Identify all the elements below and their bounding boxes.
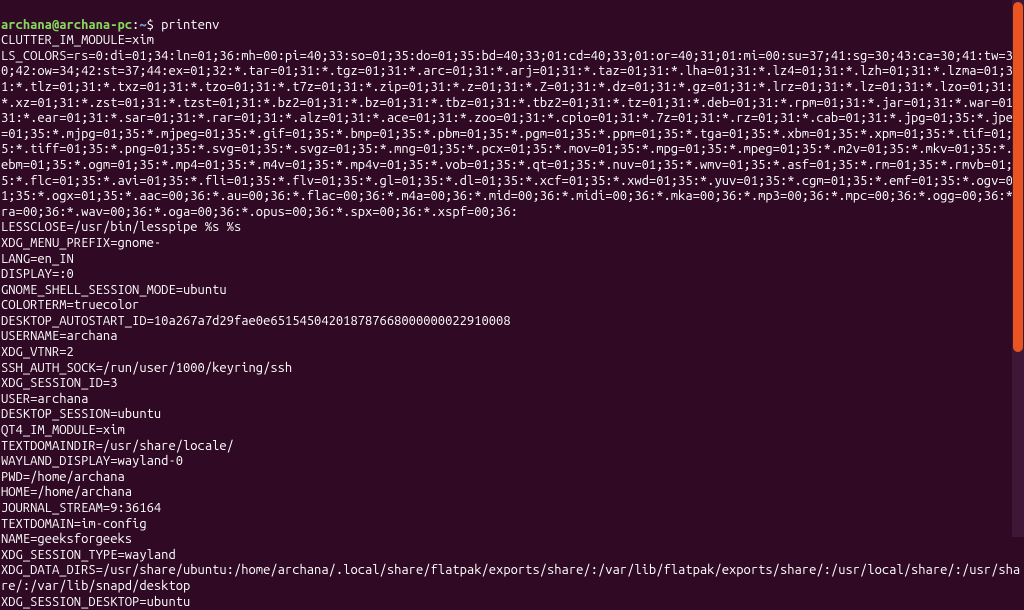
- env-var-line: XDG_SESSION_DESKTOP=ubuntu: [1, 595, 1024, 610]
- env-var-line: SSH_AUTH_SOCK=/run/user/1000/keyring/ssh: [1, 361, 1024, 377]
- env-var-line: QT4_IM_MODULE=xim: [1, 423, 1024, 439]
- env-var-line: LANG=en_IN: [1, 252, 1024, 268]
- env-var-line: XDG_MENU_PREFIX=gnome-: [1, 236, 1024, 252]
- prompt-path: ~: [139, 18, 146, 32]
- command-text: printenv: [161, 18, 219, 32]
- env-var-line: TEXTDOMAIN=im-config: [1, 517, 1024, 533]
- env-var-line: COLORTERM=truecolor: [1, 298, 1024, 314]
- env-var-line: TEXTDOMAINDIR=/usr/share/locale/: [1, 439, 1024, 455]
- output-container: CLUTTER_IM_MODULE=ximLS_COLORS=rs=0:di=0…: [1, 33, 1024, 610]
- env-var-line: USERNAME=archana: [1, 329, 1024, 345]
- prompt-symbol: $: [147, 18, 162, 32]
- env-var-line: XDG_SESSION_ID=3: [1, 376, 1024, 392]
- env-var-line: JOURNAL_STREAM=9:36164: [1, 501, 1024, 517]
- env-var-line: LS_COLORS=rs=0:di=01;34:ln=01;36:mh=00:p…: [1, 49, 1024, 221]
- terminal-output-area[interactable]: archana@archana-pc:~$ printenv CLUTTER_I…: [0, 2, 1024, 610]
- prompt-line: archana@archana-pc:~$ printenv: [1, 18, 219, 32]
- env-var-line: DISPLAY=:0: [1, 267, 1024, 283]
- env-var-line: PWD=/home/archana: [1, 470, 1024, 486]
- env-var-line: XDG_VTNR=2: [1, 345, 1024, 361]
- env-var-line: HOME=/home/archana: [1, 485, 1024, 501]
- prompt-user-host: archana@archana-pc: [1, 18, 132, 32]
- env-var-line: GNOME_SHELL_SESSION_MODE=ubuntu: [1, 283, 1024, 299]
- scrollbar-track[interactable]: [1012, 0, 1024, 537]
- env-var-line: USER=archana: [1, 392, 1024, 408]
- env-var-line: CLUTTER_IM_MODULE=xim: [1, 33, 1024, 49]
- env-var-line: LESSCLOSE=/usr/bin/lesspipe %s %s: [1, 220, 1024, 236]
- env-var-line: XDG_DATA_DIRS=/usr/share/ubuntu:/home/ar…: [1, 563, 1024, 594]
- env-var-line: DESKTOP_AUTOSTART_ID=10a267a7d29fae0e651…: [1, 314, 1024, 330]
- scrollbar-thumb[interactable]: [1013, 2, 1023, 352]
- env-var-line: XDG_SESSION_TYPE=wayland: [1, 548, 1024, 564]
- env-var-line: WAYLAND_DISPLAY=wayland-0: [1, 454, 1024, 470]
- env-var-line: DESKTOP_SESSION=ubuntu: [1, 407, 1024, 423]
- env-var-line: NAME=geeksforgeeks: [1, 532, 1024, 548]
